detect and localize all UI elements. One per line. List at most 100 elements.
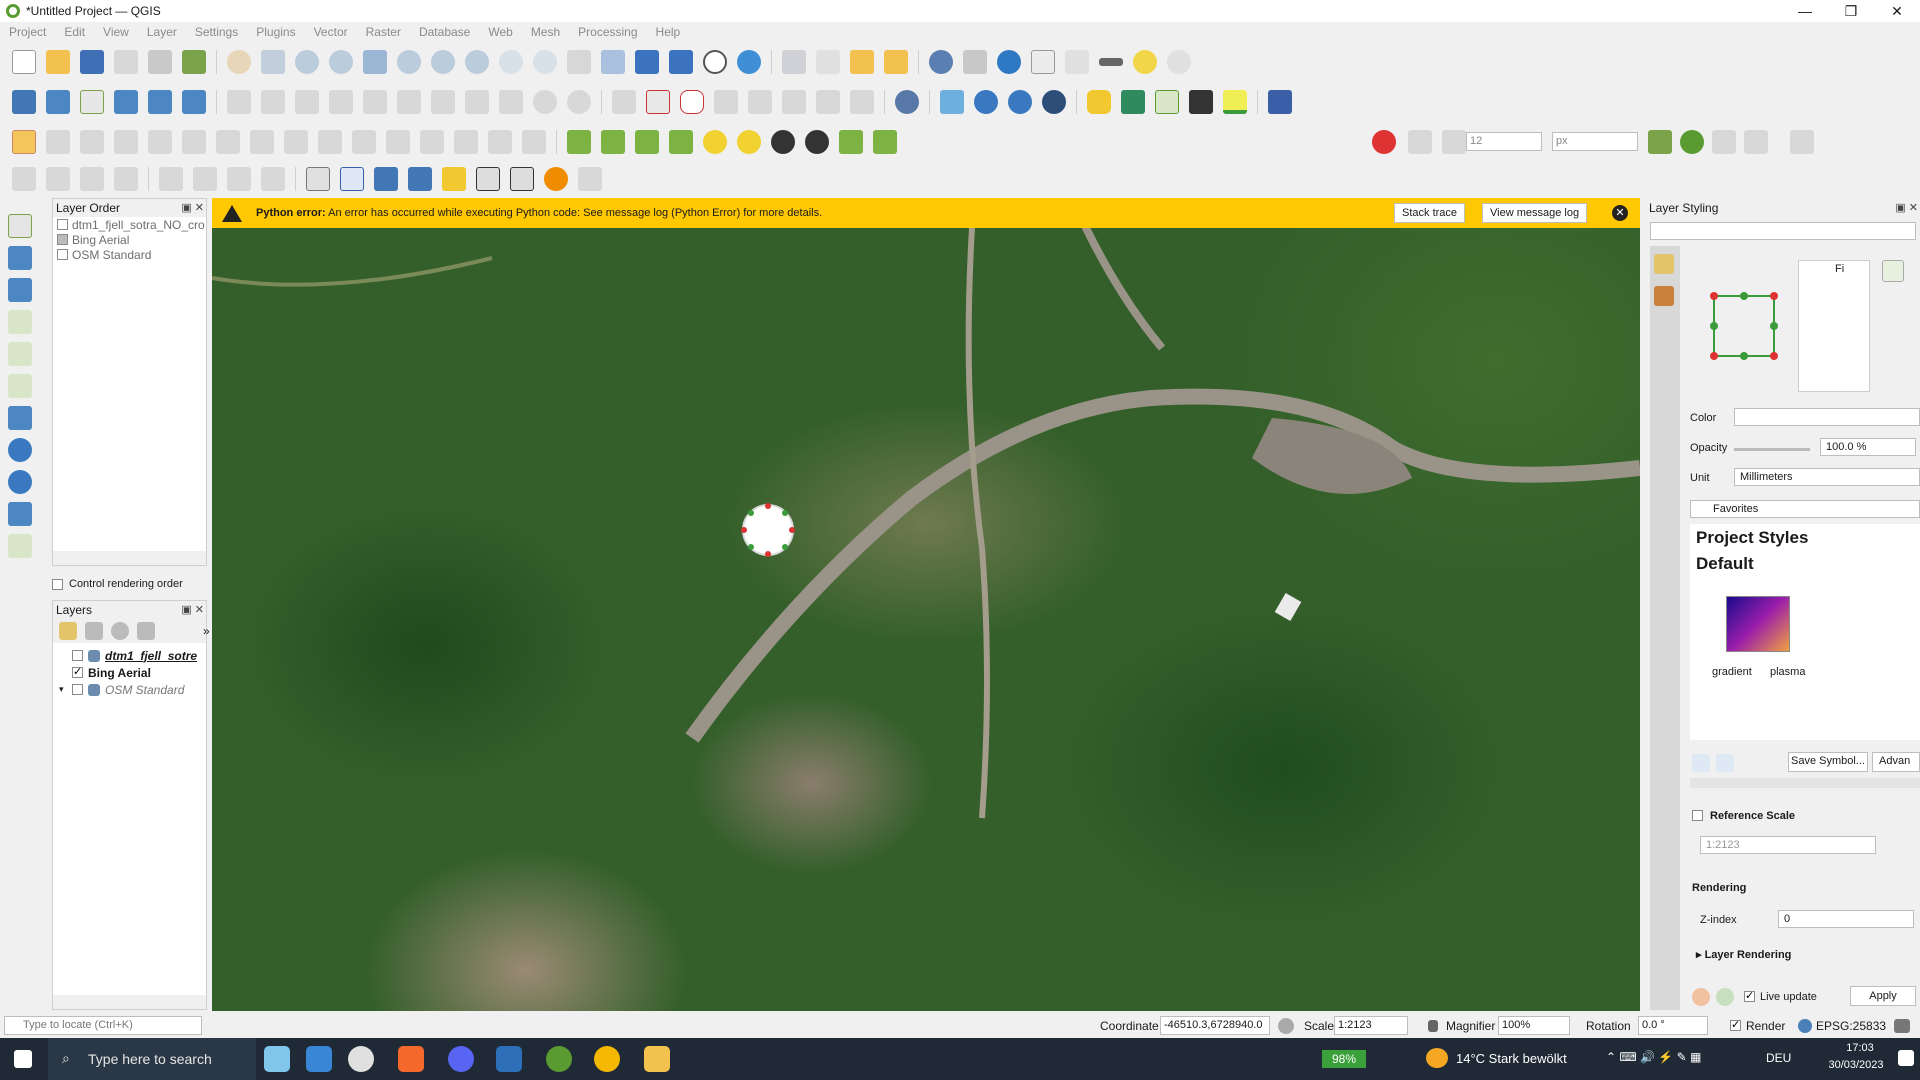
new-bookmark-icon[interactable] <box>635 50 659 74</box>
new-project-icon[interactable] <box>12 50 36 74</box>
add-wms-icon[interactable] <box>974 90 998 114</box>
delete-selected-icon[interactable] <box>397 90 421 114</box>
add-wfs-icon[interactable] <box>1008 90 1032 114</box>
snap-intersection-icon[interactable] <box>1680 130 1704 154</box>
weather-text[interactable]: 14°C Stark bewölkt <box>1456 1051 1567 1066</box>
point-text-icon[interactable] <box>476 167 500 191</box>
extents-toggle-icon[interactable] <box>1278 1018 1294 1034</box>
clock-date[interactable]: 30/03/2023 <box>1816 1059 1896 1071</box>
symbology-tab-icon[interactable] <box>1654 254 1674 274</box>
pin-labels-icon[interactable] <box>714 90 738 114</box>
history-tab-icon[interactable] <box>1654 286 1674 306</box>
statistical-summary-icon[interactable] <box>1031 50 1055 74</box>
layer-order-checkbox[interactable] <box>57 234 68 245</box>
redo-style-icon[interactable] <box>1716 988 1734 1006</box>
layer-order-checkbox[interactable] <box>57 249 68 260</box>
filter-legend-icon[interactable] <box>137 622 155 640</box>
snapping-magnet-icon[interactable] <box>1372 130 1396 154</box>
stack-trace-button[interactable]: Stack trace <box>1394 203 1466 223</box>
panel-float-close-icon[interactable]: ▣ ✕ <box>181 601 204 619</box>
simplify-icon[interactable] <box>454 130 478 154</box>
new-vector-layer-icon[interactable] <box>8 214 32 238</box>
maximize-button[interactable]: ❐ <box>1828 0 1874 22</box>
close-window-button[interactable]: ✕ <box>1874 0 1920 22</box>
marker-annotation-icon[interactable] <box>442 167 466 191</box>
redo-icon[interactable] <box>567 90 591 114</box>
app-icon[interactable] <box>348 1046 374 1072</box>
attribute-table-icon[interactable] <box>1065 50 1089 74</box>
add-spatialite-icon[interactable] <box>8 374 32 398</box>
label-abc-highlight-icon[interactable] <box>680 90 704 114</box>
edit-pencil-icon[interactable] <box>227 90 251 114</box>
opacity-slider[interactable] <box>1734 448 1810 451</box>
zoom-layer-icon[interactable] <box>431 50 455 74</box>
rotate-label-icon[interactable] <box>816 90 840 114</box>
record-icon[interactable] <box>544 167 568 191</box>
plasma-gradient-swatch[interactable] <box>1726 596 1790 652</box>
app-icon[interactable] <box>594 1046 620 1072</box>
add-mesh-icon[interactable] <box>8 278 32 302</box>
save-project-icon[interactable] <box>80 50 104 74</box>
add-symbol-layer-icon[interactable] <box>1882 260 1904 282</box>
windows-start-icon[interactable] <box>14 1050 32 1068</box>
map-tips-icon[interactable] <box>1133 50 1157 74</box>
advanced-button[interactable]: Advan <box>1872 752 1920 772</box>
new-shapefile-icon[interactable] <box>80 90 104 114</box>
zoom-native-icon[interactable] <box>465 50 489 74</box>
undo-style-icon[interactable] <box>1692 988 1710 1006</box>
raster-calc-icon[interactable] <box>601 130 625 154</box>
self-snapping-icon[interactable] <box>1744 130 1768 154</box>
toggle-editing-icon[interactable] <box>261 90 285 114</box>
new-virtual-layer-icon[interactable] <box>148 90 172 114</box>
menu-web[interactable]: Web <box>479 25 521 39</box>
add-ring-icon[interactable] <box>46 130 70 154</box>
trim-extend-icon[interactable] <box>522 130 546 154</box>
menu-database[interactable]: Database <box>410 25 479 39</box>
ellipse-icon[interactable] <box>261 167 285 191</box>
annotation-line-icon[interactable] <box>80 167 104 191</box>
add-wfs-layer-icon[interactable] <box>8 502 32 526</box>
scale-select[interactable]: 1:2123 <box>1334 1016 1408 1035</box>
text-frame-icon[interactable] <box>510 167 534 191</box>
layer-row-dtm1[interactable]: dtm1_fjell_sotre <box>53 647 206 664</box>
add-raster-icon[interactable] <box>8 246 32 270</box>
gamma-up-icon[interactable] <box>839 130 863 154</box>
fill-ring-icon[interactable] <box>114 130 138 154</box>
view-message-log-button[interactable]: View message log <box>1482 203 1588 223</box>
select-annotation-icon[interactable] <box>340 167 364 191</box>
pan-hand-icon[interactable] <box>227 50 251 74</box>
manage-visibility-icon[interactable] <box>111 622 129 640</box>
profile-tool-icon[interactable] <box>1223 90 1247 114</box>
locator-search-input[interactable]: Type to locate (Ctrl+K) <box>4 1016 202 1035</box>
control-rendering-checkbox[interactable] <box>52 578 63 590</box>
brightness-up-icon[interactable] <box>703 130 727 154</box>
layout-manager-icon[interactable] <box>148 50 172 74</box>
list-view-icon[interactable] <box>1716 754 1734 772</box>
clock-time[interactable]: 17:03 <box>1830 1042 1890 1054</box>
grid-plugin-icon[interactable] <box>1121 90 1145 114</box>
menu-layer[interactable]: Layer <box>138 25 186 39</box>
georeferencer-icon[interactable] <box>1155 90 1179 114</box>
icon-view-icon[interactable] <box>1692 754 1710 772</box>
layer-visibility-checkbox[interactable] <box>72 650 83 661</box>
taskbar-search[interactable]: ⌕ Type here to search <box>48 1038 256 1080</box>
merge-attributes-icon[interactable] <box>386 130 410 154</box>
add-arcgis-icon[interactable] <box>1042 90 1066 114</box>
temporal-controller-icon[interactable] <box>703 50 727 74</box>
delete-ring-icon[interactable] <box>148 130 172 154</box>
add-delimited-text-icon[interactable] <box>8 310 32 334</box>
horizontal-scrollbar[interactable] <box>1690 778 1920 788</box>
new-temporary-layer-icon[interactable] <box>182 90 206 114</box>
zindex-spinbox[interactable]: 0 <box>1778 910 1914 928</box>
help-icon[interactable] <box>1268 90 1292 114</box>
stretch-icon[interactable] <box>669 130 693 154</box>
brave-browser-icon[interactable] <box>398 1046 424 1072</box>
magnifier-spinbox[interactable]: 100% <box>1498 1016 1570 1035</box>
new-print-layout-icon[interactable] <box>114 50 138 74</box>
horizontal-scrollbar[interactable] <box>53 995 206 1009</box>
crs-label[interactable]: EPSG:25833 <box>1816 1019 1886 1033</box>
panel-float-close-icon[interactable]: ▣ ✕ <box>181 199 204 217</box>
circle-feature[interactable] <box>741 503 795 557</box>
save-symbol-button[interactable]: Save Symbol... <box>1788 752 1868 772</box>
align-rasters-icon[interactable] <box>567 130 591 154</box>
